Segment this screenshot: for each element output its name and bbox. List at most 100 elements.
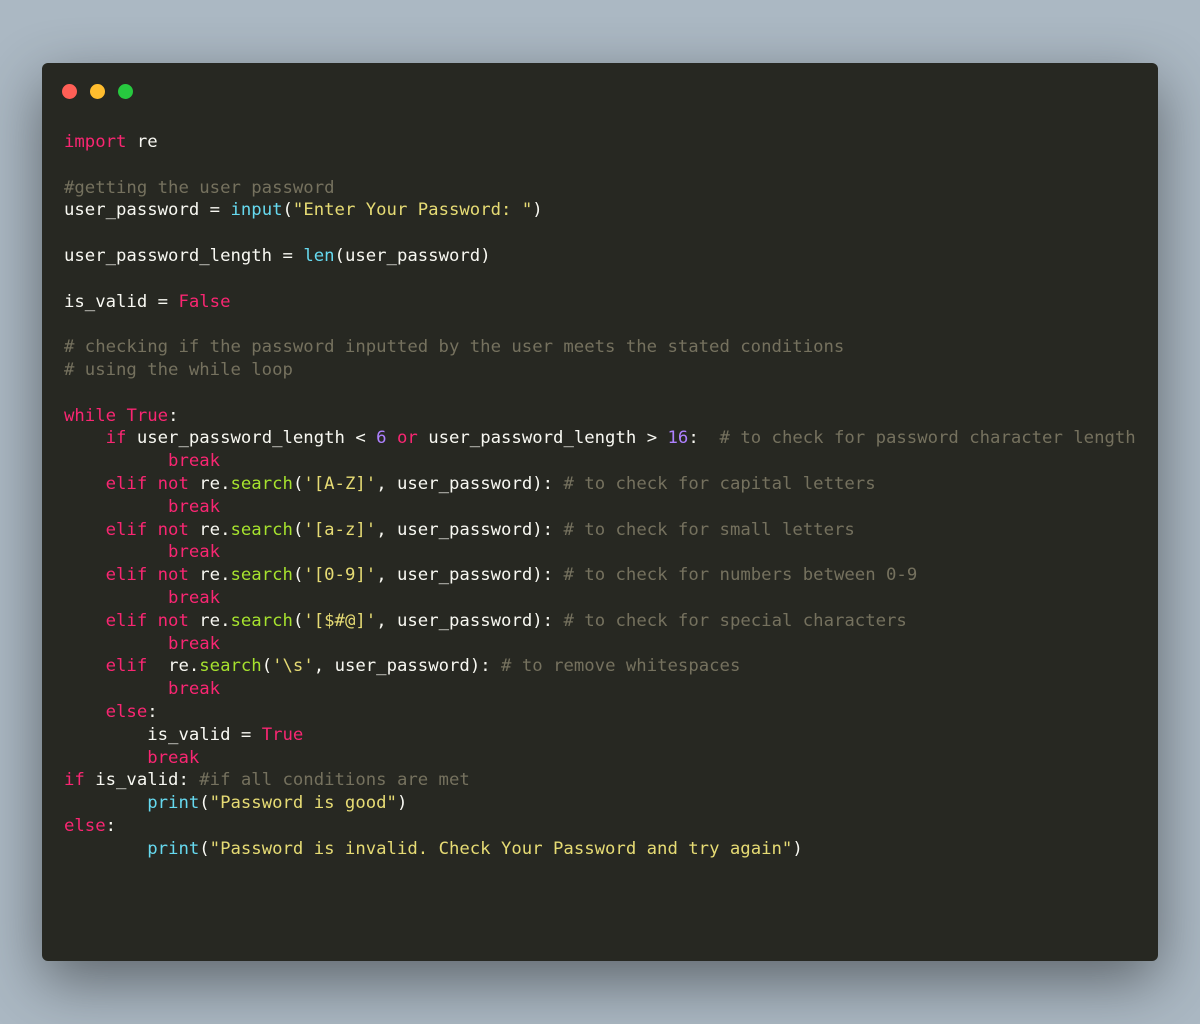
code-token: ( [292,565,304,586]
code-line: if is_valid: #if all conditions are met [64,769,1136,792]
code-line: break [64,587,1136,610]
code-token: ): [532,519,554,540]
code-token: ): [532,610,554,631]
code-line: import re [64,131,1136,154]
maximize-button[interactable] [118,84,133,99]
code-token: "Password is invalid. Check Your Passwor… [209,838,793,859]
close-button[interactable] [62,84,77,99]
code-line: elif not re.search('[$#@]', user_passwor… [64,610,1136,633]
code-token: . [220,473,231,494]
code-token: ( [199,838,210,859]
code-token: elif [105,473,148,494]
code-line: is_valid = False [64,291,1136,314]
code-line: if user_password_length < 6 or user_pass… [64,427,1136,450]
code-token: '[0-9]' [303,565,377,586]
code-token: user_password [397,565,533,586]
code-token: break [168,633,221,654]
code-token: is_valid [64,291,148,312]
code-line: else: [64,701,1136,724]
code-token: # to check for password character length [719,428,1136,449]
code-token: # to check for small letters [563,519,855,540]
code-token: len [303,245,335,266]
code-token: #getting the user password [64,177,335,198]
code-token: : [178,770,189,791]
code-editor[interactable]: import re #getting the user password user_… [64,131,1136,861]
code-token: re [199,519,221,540]
code-token: break [168,587,221,608]
code-token: , [376,519,387,540]
code-line: elif not re.search('[A-Z]', user_passwor… [64,473,1136,496]
code-token: '[A-Z]' [303,473,377,494]
code-token: True [261,724,304,745]
code-token: , [376,565,387,586]
code-token: elif [105,519,148,540]
code-line: print("Password is invalid. Check Your P… [64,838,1136,861]
code-token: elif [105,656,148,677]
code-token: '[$#@]' [303,610,377,631]
code-token: . [188,656,200,677]
code-line: user_password_length = len(user_password… [64,245,1136,268]
code-token: ) [532,200,543,221]
code-token: '[a-z]' [303,519,377,540]
code-token: : [105,815,117,836]
code-token: # to check for special characters [563,610,907,631]
code-line: else: [64,815,1136,838]
code-line: print("Password is good") [64,792,1136,815]
code-token: , [376,473,387,494]
code-token: import [64,132,127,152]
code-token: ) [792,838,803,859]
code-line: break [64,496,1136,519]
code-line: # using the while loop [64,359,1136,382]
minimize-button[interactable] [90,84,105,99]
code-token: not [157,519,189,540]
code-token: ( [261,656,273,677]
code-token: user_password [397,610,533,631]
code-token: . [220,519,231,540]
code-token: = [282,245,293,266]
code-line: # checking if the password inputted by t… [64,336,1136,359]
code-token: ): [532,473,554,494]
code-token: ( [199,793,210,814]
code-token: True [126,405,169,426]
code-line: break [64,541,1136,564]
code-token: user_password_length [64,245,273,266]
code-token: else [64,815,106,836]
code-token: else [105,701,148,722]
code-token: re [136,132,158,152]
code-token: user_password [344,245,481,266]
code-token: break [168,451,221,472]
code-token: elif [105,610,148,631]
code-token: ( [282,200,293,221]
